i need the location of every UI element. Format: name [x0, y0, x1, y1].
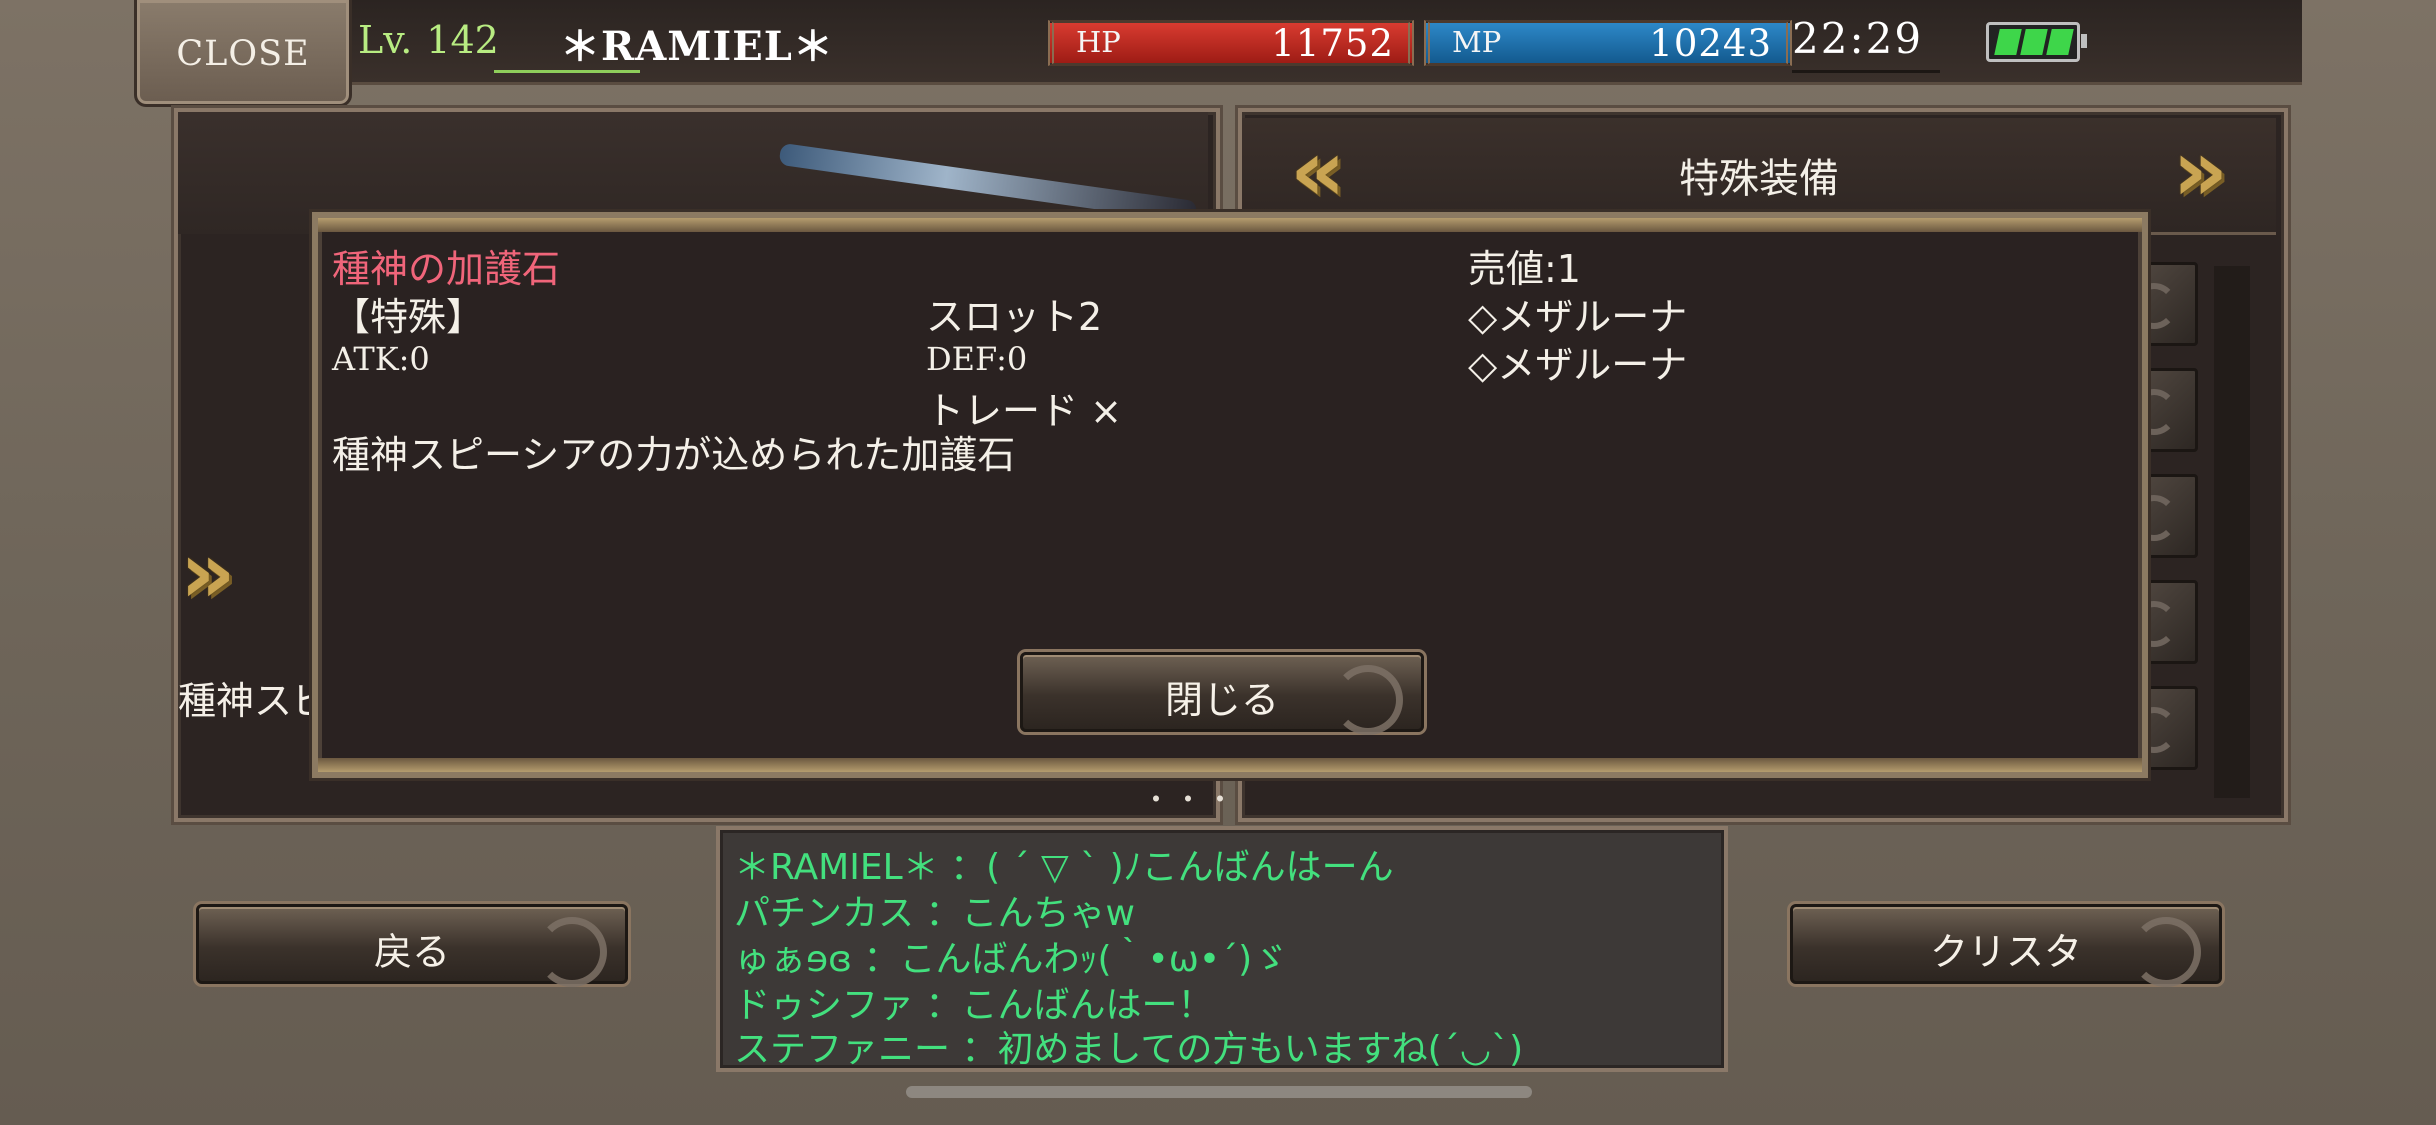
swirl-ornament-icon: [537, 917, 607, 987]
battery-cell: [1994, 29, 2022, 55]
chat-message: パチンカス ：こんちゃw: [734, 893, 1135, 934]
double-chevron-right-icon[interactable]: »: [2172, 128, 2228, 214]
scrollbar[interactable]: [2214, 266, 2250, 798]
close-button-label: CLOSE: [176, 34, 310, 74]
equipment-panel-title: 特殊装備: [1679, 156, 1839, 202]
battery-cell: [2046, 29, 2074, 55]
player-name: ＊RAMIEL＊: [560, 23, 834, 70]
battery-nub: [2081, 34, 2087, 48]
chat-log[interactable]: ＊RAMIEL＊ ：( ´ ▽ ` )ﾉこんばんはーん パチンカス ：こんちゃw…: [716, 826, 1728, 1072]
crysta-button[interactable]: クリスタ: [1790, 904, 2222, 987]
mp-bar: MP 10243: [1424, 20, 1792, 66]
item-slot: スロット2: [926, 295, 1103, 339]
level-prefix: Lv.: [358, 18, 413, 62]
item-def: DEF:0: [926, 340, 1028, 378]
battery-icon: [1986, 22, 2087, 62]
chat-message: ＊RAMIEL＊ ：( ´ ▽ ` )ﾉこんばんはーん: [734, 847, 1394, 888]
item-name: 種神の加護石: [332, 247, 561, 291]
item-caption: 種神スピ: [178, 679, 331, 723]
back-button[interactable]: 戻る: [196, 904, 628, 987]
hp-bar: HP 11752: [1048, 20, 1414, 66]
item-detail-dialog: 種神の加護石 【特殊】 ATK:0 種神スピーシアの力が込められた加護石 スロッ…: [312, 212, 2148, 778]
clock: 22:29: [1792, 14, 1924, 63]
chat-message: ステファニー ：初めましての方もいますね(´◡`): [734, 1029, 1524, 1070]
battery-cell: [2020, 29, 2048, 55]
dialog-close-button[interactable]: 閉じる: [1020, 652, 1424, 735]
game-screen: CLOSE Lv. 142 ＊RAMIEL＊ HP 11752 MP 10243 …: [0, 0, 2436, 1125]
more-indicator: ・・・: [1142, 783, 1239, 816]
swirl-ornament-icon: [1333, 665, 1403, 735]
swirl-ornament-icon: [2131, 917, 2201, 987]
chat-message: ゅぁɘɞ ：こんばんわｯ(｀•ω•´)ゞ: [734, 939, 1289, 980]
hp-value: 11752: [1271, 22, 1394, 65]
level-value: 142: [426, 18, 499, 62]
item-socket: ◇メザルーナ: [1468, 343, 1688, 387]
double-chevron-right-icon[interactable]: »: [180, 530, 236, 616]
home-indicator[interactable]: [906, 1086, 1532, 1098]
item-trade: トレード ×: [926, 389, 1122, 433]
hp-label: HP: [1076, 25, 1121, 59]
dialog-top-trim: [318, 218, 2142, 232]
item-category: 【特殊】: [332, 295, 485, 339]
item-description: 種神スピーシアの力が込められた加護石: [332, 433, 1016, 477]
clock-underline: [1792, 70, 1940, 73]
mp-value: 10243: [1649, 22, 1772, 65]
mp-label: MP: [1452, 25, 1502, 59]
item-atk: ATK:0: [332, 340, 430, 378]
item-socket: ◇メザルーナ: [1468, 295, 1688, 339]
item-sell-value: 売値:1: [1468, 247, 1581, 291]
dialog-bottom-trim: [318, 758, 2142, 772]
close-button[interactable]: CLOSE: [134, 0, 352, 107]
level-display: Lv. 142: [358, 18, 499, 62]
